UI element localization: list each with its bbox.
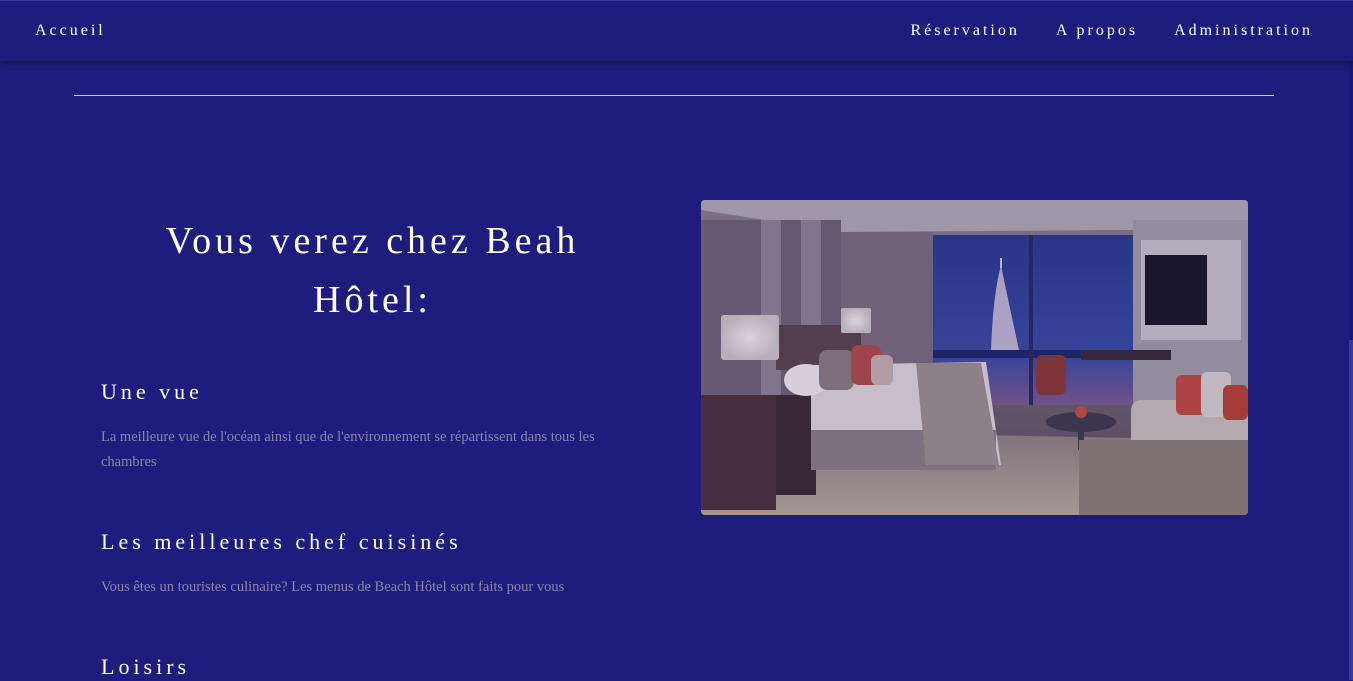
feature-heading: Une vue bbox=[101, 379, 203, 404]
feature-chefs: Les meilleures chef cuisinés Vous êtes u… bbox=[101, 528, 651, 595]
nav-reservation-link[interactable]: Réservation bbox=[910, 22, 1019, 40]
section-divider bbox=[74, 95, 1274, 96]
feature-view: Une vue La meilleure vue de l'océan ains… bbox=[101, 378, 651, 470]
page-scrollbar[interactable] bbox=[1349, 0, 1353, 680]
feature-leisure: Loisirs bbox=[101, 653, 651, 681]
nav-about-link[interactable]: A propos bbox=[1056, 22, 1138, 40]
feature-text: Vous êtes un touristes culinaire? Les me… bbox=[101, 579, 565, 595]
feature-heading: Les meilleures chef cuisinés bbox=[101, 529, 462, 554]
nav-home-link[interactable]: Accueil bbox=[35, 22, 106, 40]
scrollbar-thumb[interactable] bbox=[1349, 340, 1353, 680]
hotel-room-photo bbox=[701, 200, 1248, 515]
feature-heading: Loisirs bbox=[101, 654, 191, 679]
section-title: Vous verez chez Beah Hôtel: bbox=[165, 220, 580, 321]
feature-text: La meilleure vue de l'océan ainsi que de… bbox=[101, 429, 595, 470]
nav-links: Réservation A propos Administration bbox=[910, 22, 1313, 40]
top-navbar: Accueil Réservation A propos Administrat… bbox=[0, 0, 1353, 61]
nav-admin-link[interactable]: Administration bbox=[1174, 22, 1313, 40]
